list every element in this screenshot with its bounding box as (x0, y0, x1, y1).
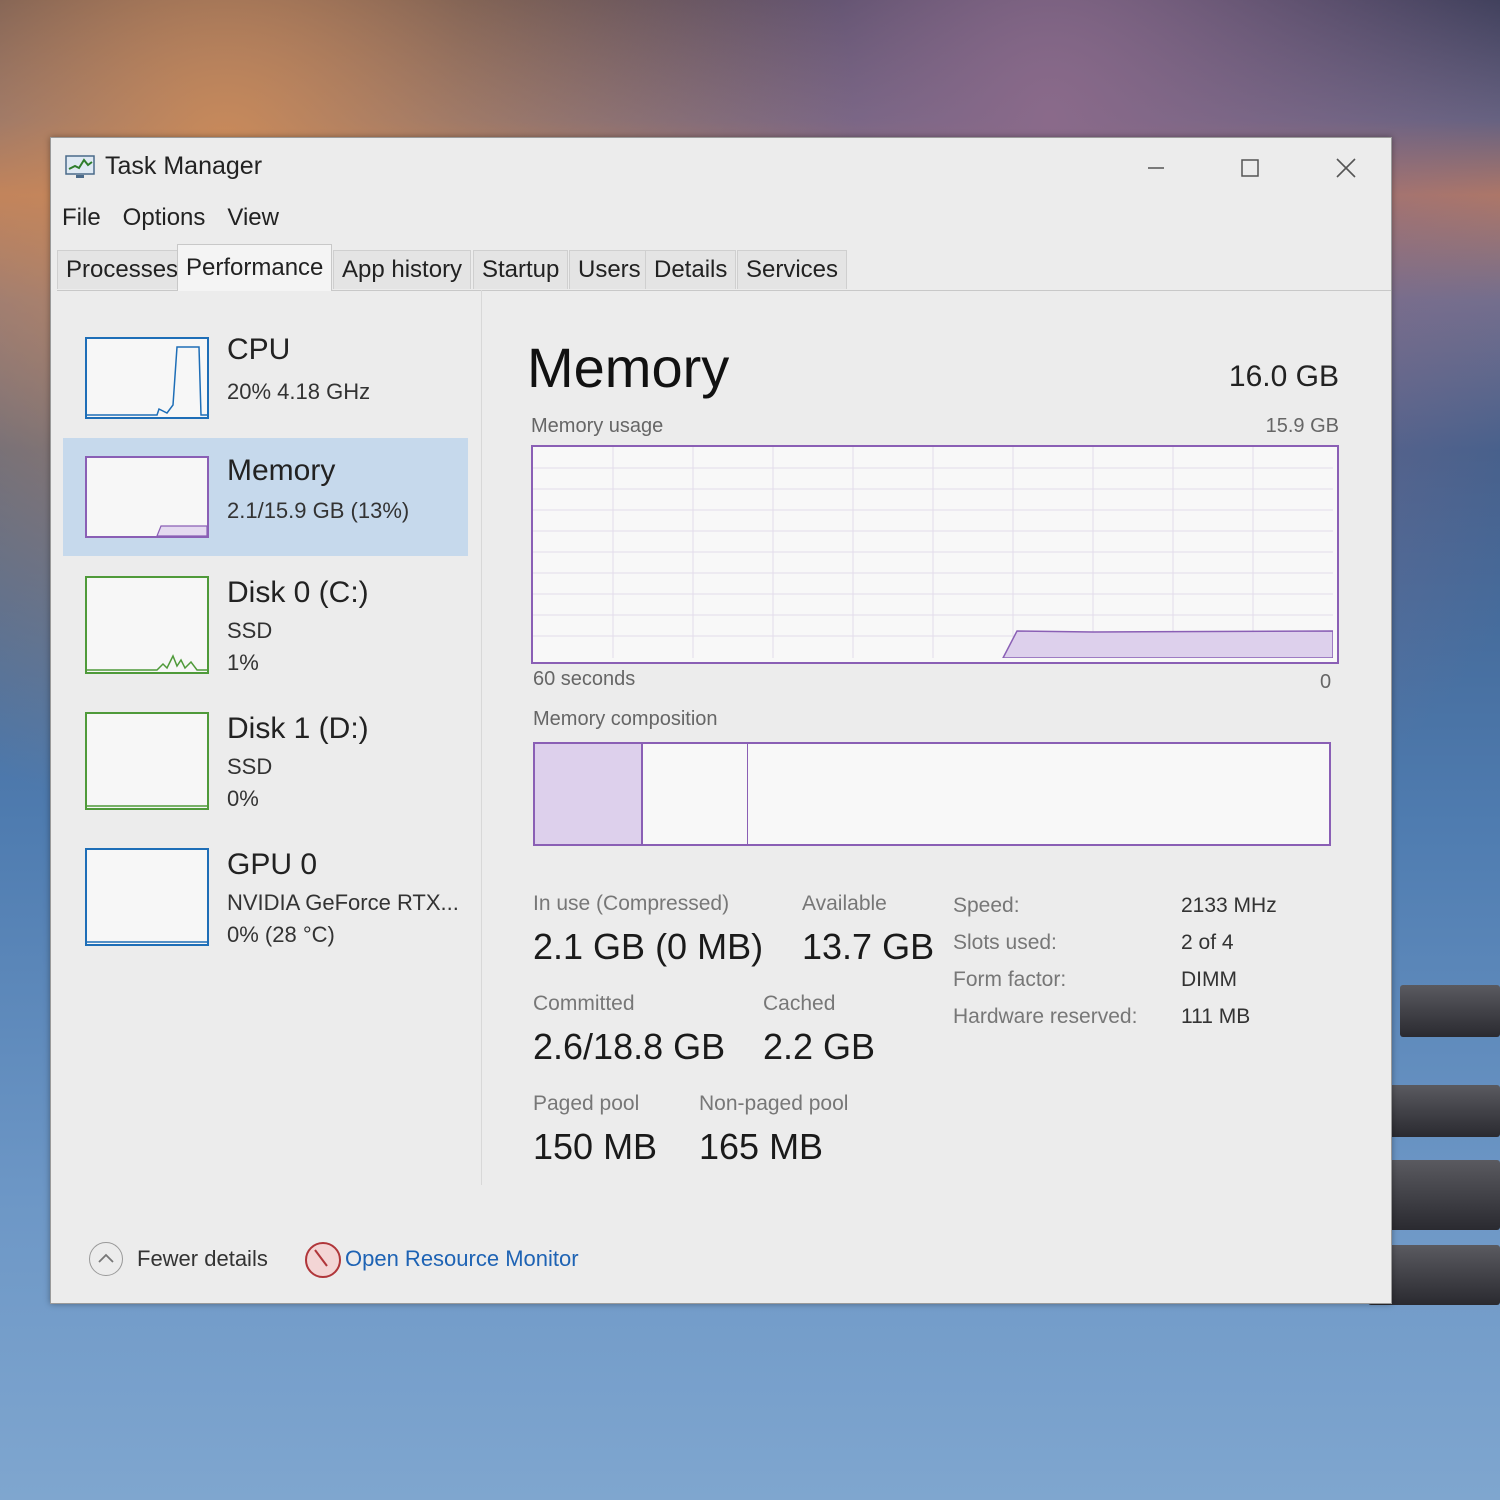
committed-label: Committed (533, 992, 635, 1015)
tab-app-history[interactable]: App history (333, 250, 472, 289)
sidebar-disk-0-type: SSD (227, 618, 273, 643)
page-title: Memory (527, 336, 730, 399)
sidebar-memory-stats: 2.1/15.9 GB (13%) (227, 498, 410, 523)
memory-composition-label: Memory composition (533, 708, 718, 730)
memory-thumbnail-graph (85, 456, 209, 538)
speed-label: Speed: (953, 894, 1020, 917)
available-label: Available (802, 892, 887, 915)
cpu-thumbnail-graph (85, 337, 209, 419)
sidebar-item-gpu-0[interactable]: GPU 0 NVIDIA GeForce RTX... 0% (28 °C) (63, 838, 468, 956)
slots-used-value: 2 of 4 (1181, 931, 1234, 954)
sidebar-disk-1-name: Disk 1 (D:) (227, 712, 369, 745)
menu-view[interactable]: View (216, 200, 290, 236)
tab-services[interactable]: Services (737, 250, 848, 289)
resource-monitor-icon (305, 1242, 341, 1278)
available-value: 13.7 GB (802, 926, 935, 967)
sidebar-item-disk-1[interactable]: Disk 1 (D:) SSD 0% (63, 702, 468, 820)
sidebar-disk-0-usage: 1% (227, 650, 259, 675)
fewer-details-button[interactable]: Fewer details (137, 1246, 268, 1272)
sidebar-disk-0-name: Disk 0 (C:) (227, 576, 369, 609)
open-resource-monitor-link[interactable]: Open Resource Monitor (345, 1246, 579, 1272)
maximize-button[interactable] (1225, 148, 1275, 188)
paged-pool-label: Paged pool (533, 1092, 640, 1115)
in-use-value: 2.1 GB (0 MB) (533, 926, 764, 967)
task-manager-icon (65, 154, 95, 180)
committed-value: 2.6/18.8 GB (533, 1026, 726, 1067)
sidebar-item-memory[interactable]: Memory 2.1/15.9 GB (13%) (63, 438, 468, 556)
speed-value: 2133 MHz (1181, 894, 1277, 917)
memory-composition-bar (533, 742, 1331, 846)
composition-in-use-segment (535, 744, 643, 844)
title-bar[interactable]: Task Manager (51, 138, 1391, 196)
form-factor-value: DIMM (1181, 968, 1237, 991)
memory-total: 16.0 GB (1228, 360, 1339, 393)
maximize-icon (1241, 159, 1259, 177)
memory-usage-graph-plot (533, 447, 1334, 659)
sidebar-disk-1-usage: 0% (227, 786, 259, 811)
memory-usage-graph (531, 445, 1339, 664)
cached-label: Cached (763, 992, 836, 1015)
disk-0-thumbnail-graph (85, 576, 209, 674)
tab-performance[interactable]: Performance (177, 244, 333, 291)
disk-1-thumbnail-graph (85, 712, 209, 810)
non-paged-pool-value: 165 MB (699, 1126, 824, 1167)
hardware-reserved-value: 111 MB (1181, 1005, 1251, 1028)
footer-bar: Fewer details Open Resource Monitor (51, 1228, 1391, 1288)
menu-options[interactable]: Options (112, 200, 217, 236)
tab-startup[interactable]: Startup (473, 250, 569, 289)
menu-file[interactable]: File (51, 200, 112, 236)
time-axis-right-label: 0 (1320, 671, 1332, 693)
form-factor-label: Form factor: (953, 968, 1067, 991)
sidebar-gpu-0-usage: 0% (28 °C) (227, 922, 335, 947)
non-paged-pool-label: Non-paged pool (699, 1092, 849, 1115)
paged-pool-value: 150 MB (533, 1126, 658, 1167)
gpu-0-thumbnail-graph (85, 848, 209, 946)
sidebar-item-cpu[interactable]: CPU 20% 4.18 GHz (63, 325, 468, 443)
memory-usage-label: Memory usage (531, 415, 664, 437)
minimize-button[interactable] (1131, 148, 1181, 188)
sidebar-memory-name: Memory (227, 454, 336, 487)
time-axis-left-label: 60 seconds (533, 668, 636, 690)
sidebar-cpu-name: CPU (227, 333, 291, 366)
tab-strip: Processes Performance App history Startu… (57, 244, 1391, 291)
window-title: Task Manager (105, 152, 263, 180)
in-use-label: In use (Compressed) (533, 892, 730, 915)
close-button[interactable] (1321, 148, 1371, 188)
minimize-icon (1148, 167, 1164, 169)
composition-modified-segment (641, 744, 748, 844)
sidebar-gpu-0-model: NVIDIA GeForce RTX... (227, 890, 459, 915)
memory-detail-panel: Memory 16.0 GB Memory usage 15.9 GB 60 s… (527, 290, 1391, 1185)
tab-users[interactable]: Users (569, 250, 650, 289)
hardware-reserved-label: Hardware reserved: (953, 1005, 1138, 1028)
slots-used-label: Slots used: (953, 931, 1057, 954)
performance-sidebar: CPU 20% 4.18 GHz Memory 2.1/15.9 GB (13%… (51, 290, 482, 1185)
close-icon (1336, 158, 1356, 178)
desktop-wallpaper-pier-1 (1400, 985, 1500, 1037)
chevron-up-icon[interactable] (89, 1242, 123, 1276)
menu-bar: File Options View (51, 200, 290, 236)
sidebar-item-disk-0[interactable]: Disk 0 (C:) SSD 1% (63, 566, 468, 684)
sidebar-gpu-0-name: GPU 0 (227, 848, 318, 881)
sidebar-disk-1-type: SSD (227, 754, 273, 779)
tab-processes[interactable]: Processes (57, 250, 188, 289)
sidebar-cpu-stats: 20% 4.18 GHz (227, 379, 371, 404)
memory-usage-max: 15.9 GB (1265, 415, 1339, 437)
task-manager-window: Task Manager File Options View Processes… (50, 137, 1392, 1304)
cached-value: 2.2 GB (763, 1026, 876, 1067)
tab-details[interactable]: Details (645, 250, 737, 289)
